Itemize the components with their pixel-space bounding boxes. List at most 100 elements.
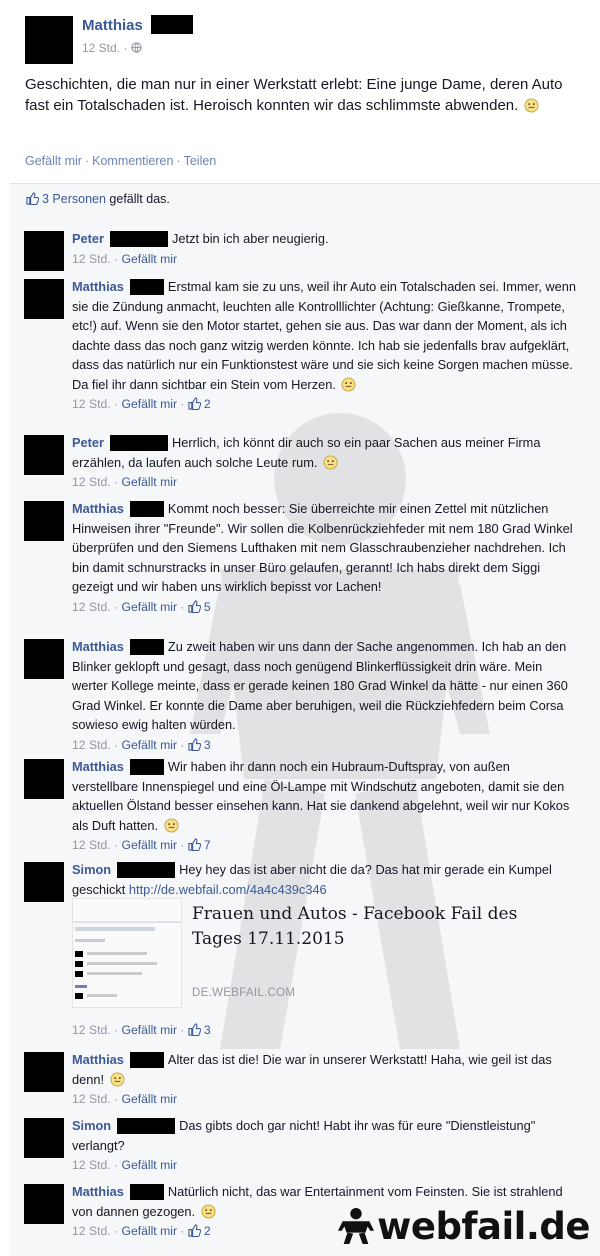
webfail-mascot-icon	[338, 1207, 375, 1245]
comment-text: Jetzt bin ich aber neugierig.	[172, 231, 329, 246]
comment-body: Peter Herrlich, ich könnt dir auch so ein…	[72, 433, 577, 493]
thumbs-up-icon	[188, 599, 201, 613]
avatar[interactable]	[25, 16, 73, 64]
post-text-body: Geschichten, die man nur in einer Werkst…	[25, 76, 563, 114]
comment-time[interactable]: 12 Std.	[72, 838, 111, 852]
share-link[interactable]: Teilen	[184, 154, 217, 168]
comment-author[interactable]: Simon	[72, 862, 111, 877]
link-preview-thumbnail[interactable]	[72, 898, 182, 1008]
comment-time[interactable]: 12 Std.	[72, 1158, 111, 1172]
thumbs-up-icon	[188, 838, 201, 851]
avatar[interactable]	[24, 1184, 64, 1224]
post: Matthias 12 Std. · Geschichten, die man …	[0, 0, 600, 183]
comment-like-link[interactable]: Gefällt mir	[121, 475, 177, 489]
comment-url-link[interactable]: http://de.webfail.com/4a4c439c346	[129, 882, 327, 897]
comment-link[interactable]: Kommentieren	[92, 154, 173, 168]
comment-like-link[interactable]: Gefällt mir	[121, 738, 177, 752]
brand-text: webfail.de	[377, 1205, 590, 1248]
post-time[interactable]: 12 Std.	[82, 41, 120, 55]
webfail-brand-logo: webfail.de	[337, 1205, 590, 1248]
comments-section: 3 Personen gefällt das. Peter Jetzt bin i…	[10, 183, 600, 1256]
post-meta: 12 Std. ·	[82, 41, 142, 55]
comment-time[interactable]: 12 Std.	[72, 1023, 111, 1037]
likes-summary: 3 Personen gefällt das.	[26, 192, 170, 206]
redacted-surname	[129, 278, 164, 295]
comment-like-count[interactable]: 3	[204, 1023, 211, 1037]
comment-like-count[interactable]: 5	[204, 600, 211, 614]
smiley-icon	[323, 454, 338, 470]
comment-text: Erstmal kam sie zu uns, weil ihr Auto ei…	[72, 279, 576, 392]
comment-like-link[interactable]: Gefällt mir	[121, 600, 177, 614]
avatar[interactable]	[24, 862, 64, 902]
comment-like-link[interactable]: Gefällt mir	[121, 1092, 177, 1106]
thumbs-up-icon	[188, 1023, 201, 1036]
smiley-icon	[341, 376, 356, 392]
likes-suffix: gefällt das.	[109, 192, 170, 206]
redacted-surname	[117, 861, 176, 878]
link-preview-title[interactable]: Frauen und Autos - Facebook Fail des Tag…	[192, 902, 552, 952]
link-preview-card[interactable]: Frauen und Autos - Facebook Fail des Tag…	[72, 898, 562, 1018]
avatar[interactable]	[24, 759, 64, 799]
redacted-surname	[129, 500, 164, 517]
comment-author[interactable]: Matthias	[72, 1052, 124, 1067]
comment-body: Peter Jetzt bin ich aber neugierig. 12 St…	[72, 229, 577, 269]
comment-time[interactable]: 12 Std.	[72, 738, 111, 752]
likers-link[interactable]: 3 Personen	[42, 192, 106, 206]
comment-like-link[interactable]: Gefällt mir	[121, 838, 177, 852]
comment-author[interactable]: Matthias	[72, 759, 124, 774]
comment-body: Matthias Zu zweit haben wir uns dann der …	[72, 637, 577, 755]
thumbs-up-icon	[188, 737, 201, 751]
comment-body: Simon Das gibts doch gar nicht! Habt ihr …	[72, 1116, 577, 1176]
comment-body: Matthias Erstmal kam sie zu uns, weil ihr…	[72, 277, 577, 415]
meta-separator: ·	[123, 41, 128, 55]
comment-like-link[interactable]: Gefällt mir	[121, 1158, 177, 1172]
comment-author[interactable]: Peter	[72, 435, 104, 450]
post-actions: Gefällt mir · Kommentieren · Teilen	[25, 154, 216, 168]
redacted-surname	[117, 1117, 176, 1134]
comment-like-link[interactable]: Gefällt mir	[121, 397, 177, 411]
redacted-surname	[129, 1183, 164, 1200]
comment-like-link[interactable]: Gefällt mir	[121, 252, 177, 266]
comment-author[interactable]: Matthias	[72, 279, 124, 294]
comment-author[interactable]: Matthias	[72, 1184, 124, 1199]
avatar[interactable]	[24, 1052, 64, 1092]
post-author[interactable]: Matthias	[82, 15, 193, 35]
avatar[interactable]	[24, 1118, 64, 1158]
comment-like-count[interactable]: 2	[204, 1224, 211, 1238]
comment-author[interactable]: Matthias	[72, 639, 124, 654]
comment-author[interactable]: Peter	[72, 231, 104, 246]
comment-body: Simon Hey hey das ist aber nicht die da? …	[72, 860, 577, 899]
comment-like-count[interactable]: 2	[204, 397, 211, 411]
smiley-icon	[110, 1071, 125, 1087]
avatar[interactable]	[24, 501, 64, 541]
comment-body: Matthias Alter das ist die! Die war in un…	[72, 1050, 577, 1110]
comment-time[interactable]: 12 Std.	[72, 600, 111, 614]
comment-time[interactable]: 12 Std.	[72, 475, 111, 489]
redacted-surname	[150, 15, 193, 35]
comment-time[interactable]: 12 Std.	[72, 1224, 111, 1238]
comment-time[interactable]: 12 Std.	[72, 1092, 111, 1106]
comment-time[interactable]: 12 Std.	[72, 252, 111, 266]
post-author-name[interactable]: Matthias	[82, 17, 143, 34]
thumbs-up-icon	[188, 1224, 201, 1237]
thumbs-up-icon	[188, 397, 201, 410]
action-separator: ·	[176, 154, 181, 168]
comment-meta: 12 Std. · Gefällt mir	[72, 1092, 177, 1106]
comment-author[interactable]: Matthias	[72, 501, 124, 516]
comment-like-link[interactable]: Gefällt mir	[121, 1224, 177, 1238]
avatar[interactable]	[24, 231, 64, 271]
like-link[interactable]: Gefällt mir	[25, 154, 82, 168]
comment-body: Matthias Wir haben ihr dann noch ein Hubr…	[72, 757, 577, 856]
redacted-surname	[129, 758, 164, 775]
comment-like-link[interactable]: Gefällt mir	[121, 1023, 177, 1037]
comment-meta: 12 Std. · Gefällt mir · 7	[72, 838, 211, 852]
comment-time[interactable]: 12 Std.	[72, 397, 111, 411]
comment-like-count[interactable]: 7	[204, 838, 211, 852]
comment: Simon Hey hey das ist aber nicht die da? …	[24, 860, 584, 1037]
avatar[interactable]	[24, 435, 64, 475]
avatar[interactable]	[24, 279, 64, 319]
comment-like-count[interactable]: 3	[204, 738, 211, 752]
comment-author[interactable]: Simon	[72, 1118, 111, 1133]
avatar[interactable]	[24, 639, 64, 679]
comment-meta: 12 Std. · Gefällt mir	[72, 251, 177, 266]
